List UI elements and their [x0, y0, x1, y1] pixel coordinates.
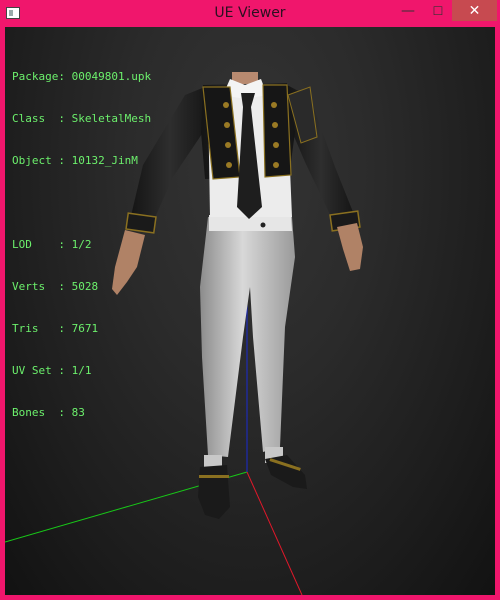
info-bones: Bones : 83: [12, 406, 85, 419]
info-tris: Tris : 7671: [12, 322, 99, 335]
info-uvset: UV Set : 1/1: [12, 364, 92, 377]
close-button[interactable]: ✕: [452, 0, 497, 21]
mesh-info-panel: Package: 00049801.upk Class : SkeletalMe…: [12, 42, 151, 448]
title-bar[interactable]: UE Viewer — ☐ ✕: [0, 0, 500, 27]
axis-x-line: [246, 471, 303, 595]
info-object: Object : 10132_JinM: [12, 154, 138, 167]
ue-viewer-window: UE Viewer — ☐ ✕ Package: 00049801.upk Cl…: [0, 0, 500, 600]
maximize-button[interactable]: ☐: [424, 0, 452, 21]
info-verts: Verts : 5028: [12, 280, 99, 293]
3d-viewport[interactable]: Package: 00049801.upk Class : SkeletalMe…: [5, 27, 495, 595]
info-package: Package: 00049801.upk: [12, 70, 152, 83]
info-class: Class : SkeletalMesh: [12, 112, 152, 125]
info-lod: LOD : 1/2: [12, 238, 92, 251]
minimize-button[interactable]: —: [392, 0, 424, 21]
